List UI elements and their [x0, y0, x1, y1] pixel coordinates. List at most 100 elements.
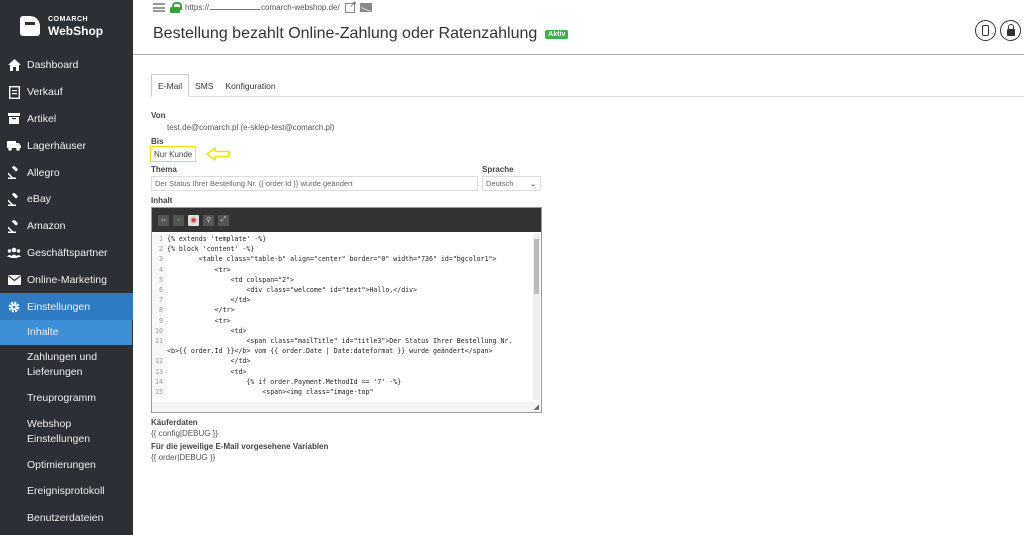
sidebar-subitem-webshop-einstellungen[interactable]: Webshop Einstellungen — [0, 412, 133, 452]
external-link-icon[interactable] — [344, 0, 357, 13]
line-number: 12 — [152, 356, 167, 367]
line-number: 8 — [152, 305, 167, 316]
editor-body[interactable]: 1 {% extends 'template' -%} 2 {% block 'con… — [152, 232, 541, 402]
thema-value: Der Status Ihrer Bestellung Nr. {{ order… — [155, 179, 353, 188]
code-line[interactable]: 5 <td colspan="2"> — [152, 274, 541, 286]
page-title: Bestellung bezahlt Online-Zahlung oder R… — [153, 25, 538, 42]
sidebar-subitem-ereignisprotokoll[interactable]: Ereignisprotokoll — [0, 479, 133, 506]
sidebar-item-label: Artikel — [27, 112, 57, 125]
sidebar-item-geschaeftspartner[interactable]: Geschäftspartner — [0, 240, 133, 267]
kaeuferdaten-label: Käuferdaten — [151, 418, 198, 427]
code-line[interactable]: 7 </td> — [152, 295, 541, 306]
sidebar-item-label: Einstellungen — [27, 300, 91, 313]
mail-icon[interactable] — [359, 3, 372, 12]
envelope-icon — [7, 273, 21, 287]
sidebar-subitem-optimierungen[interactable]: Optimierungen — [0, 452, 133, 479]
line-number: 4 — [152, 264, 167, 275]
preview-button[interactable] — [975, 20, 996, 41]
status-badge: Aktiv — [545, 29, 569, 39]
insert-icon[interactable]: ▪ — [173, 214, 184, 226]
topbar: https:// comarch-webshop.de/ — [153, 0, 372, 13]
users-icon — [7, 246, 21, 260]
sidebar-item-allegro[interactable]: Allegro — [0, 159, 133, 186]
fullscreen-icon[interactable]: ⤢ — [218, 214, 229, 226]
code-editor[interactable]: ‹› ▪ ◉ ⚲ ⤢ 1 {% extends 'template' -%} 2 {%… — [151, 207, 542, 413]
source-icon[interactable]: ‹› — [158, 214, 169, 226]
inhalt-label: Inhalt — [151, 196, 173, 205]
code-line[interactable]: 10 <td> — [152, 325, 541, 337]
sidebar-subitem-zahlungen[interactable]: Zahlungen und Lieferungen — [0, 345, 133, 385]
code-line[interactable]: 15 <span><img class="image-top" — [152, 387, 541, 398]
code-line[interactable]: 3 <table class="table-b" align="center" … — [152, 254, 541, 265]
image-icon[interactable]: ◉ — [188, 214, 199, 226]
line-number: 3 — [152, 254, 167, 265]
code-line[interactable]: 4 <tr> — [152, 264, 541, 275]
code-line[interactable]: 14 {% if order.Payment.MethodId == '7' -… — [152, 376, 541, 388]
line-text: <td colspan="2"> — [167, 275, 295, 284]
lock-button[interactable] — [1000, 20, 1021, 41]
sidebar-item-lagerhaeuser[interactable]: Lagerhäuser — [0, 132, 133, 159]
code-line[interactable]: 13 <td> — [152, 366, 541, 377]
sidebar-item-amazon[interactable]: Amazon — [0, 213, 133, 240]
sidebar-item-label: Dashboard — [27, 59, 79, 72]
sidebar-item-label: Amazon — [27, 220, 66, 233]
sidebar-item-dashboard[interactable]: Dashboard — [0, 52, 133, 79]
sidebar-item-label: Allegro — [27, 166, 60, 179]
resize-handle-icon[interactable]: ◢ — [534, 403, 539, 411]
padlock-icon — [1006, 24, 1015, 36]
code-line[interactable]: 8 </tr> — [152, 305, 541, 316]
shop-url[interactable]: https:// comarch-webshop.de/ — [185, 3, 340, 12]
line-text: <table class="table-b" align="center" bo… — [167, 255, 497, 264]
sidebar-item-online-marketing[interactable]: Online-Marketing — [0, 266, 133, 293]
sidebar-item-label: Online-Marketing — [27, 273, 107, 286]
pin-icon[interactable]: ⚲ — [203, 214, 214, 226]
code-line[interactable]: 12 </td> — [152, 356, 541, 367]
highlight-arrow-icon — [206, 147, 230, 161]
variablen-value: {{ order|DEBUG }} — [151, 453, 216, 462]
sidebar-item-label: eBay — [27, 193, 51, 206]
thema-label: Thema — [151, 165, 177, 174]
code-line[interactable]: 9 <tr> — [152, 315, 541, 326]
sprache-value: Deutsch — [486, 179, 514, 188]
code-line[interactable]: 1 {% extends 'template' -%} — [152, 234, 541, 245]
line-number: 5 — [152, 274, 167, 286]
tab-email[interactable]: E-Mail — [151, 74, 190, 97]
code-line[interactable]: <b>{{ order.Id }}</b> vom {{ order.Date … — [152, 346, 541, 357]
gear-icon — [7, 300, 21, 314]
code-line[interactable]: 11 <span class="mailTitle" id="title3">D… — [152, 336, 541, 347]
tab-sms[interactable]: SMS — [189, 74, 219, 97]
line-text: <div class="welcome" id="text">Hallo,</d… — [167, 286, 418, 295]
box-icon — [7, 112, 21, 126]
brand-line2: WebShop — [48, 23, 104, 38]
tab-konfiguration[interactable]: Konfiguration — [220, 74, 282, 97]
sidebar-item-artikel[interactable]: Artikel — [0, 106, 133, 133]
code-line[interactable]: 6 <div class="welcome" id="text">Hallo,<… — [152, 285, 541, 296]
sidebar-subitem-benutzerdateien[interactable]: Benutzerdateien — [0, 505, 133, 532]
document-icon — [7, 85, 21, 99]
code-line[interactable]: 2 {% block 'content' -%} — [152, 244, 541, 255]
line-text: </td> — [167, 357, 251, 366]
von-value: test.de@comarch.pl (e-sklep-test@comarch… — [167, 123, 335, 132]
line-text: {% block 'content' -%} — [167, 245, 255, 254]
sidebar-subitem-inhalte[interactable]: Inhalte — [0, 319, 132, 345]
sidebar-item-einstellungen[interactable]: Einstellungen — [0, 293, 133, 320]
scrollbar-thumb[interactable] — [534, 239, 539, 294]
line-number: 13 — [152, 366, 167, 377]
editor-scrollbar[interactable] — [533, 234, 540, 400]
sidebar-item-verkauf[interactable]: Verkauf — [0, 79, 133, 106]
line-number: 9 — [152, 315, 167, 326]
line-text: </td> — [167, 296, 251, 305]
sidebar-subitem-treuprogramm[interactable]: Treuprogramm — [0, 385, 133, 412]
line-text: {% extends 'template' -%} — [167, 235, 267, 243]
bis-value[interactable]: Nur Kunde — [150, 146, 197, 162]
line-text: <span class="mailTitle" id="title3">Der … — [167, 337, 513, 346]
url-prefix: https:// — [185, 3, 210, 12]
sprache-select[interactable]: Deutsch ⌄ — [482, 176, 541, 191]
menu-icon[interactable] — [153, 3, 165, 12]
thema-input[interactable]: Der Status Ihrer Bestellung Nr. {{ order… — [151, 176, 478, 191]
brand-logo[interactable]: COMARCH WebShop — [0, 0, 133, 52]
line-number: 7 — [152, 295, 167, 306]
line-text: {% if order.Payment.MethodId == '7' -%} — [167, 377, 402, 386]
sidebar-item-ebay[interactable]: eBay — [0, 186, 133, 213]
line-number: 2 — [152, 244, 167, 255]
